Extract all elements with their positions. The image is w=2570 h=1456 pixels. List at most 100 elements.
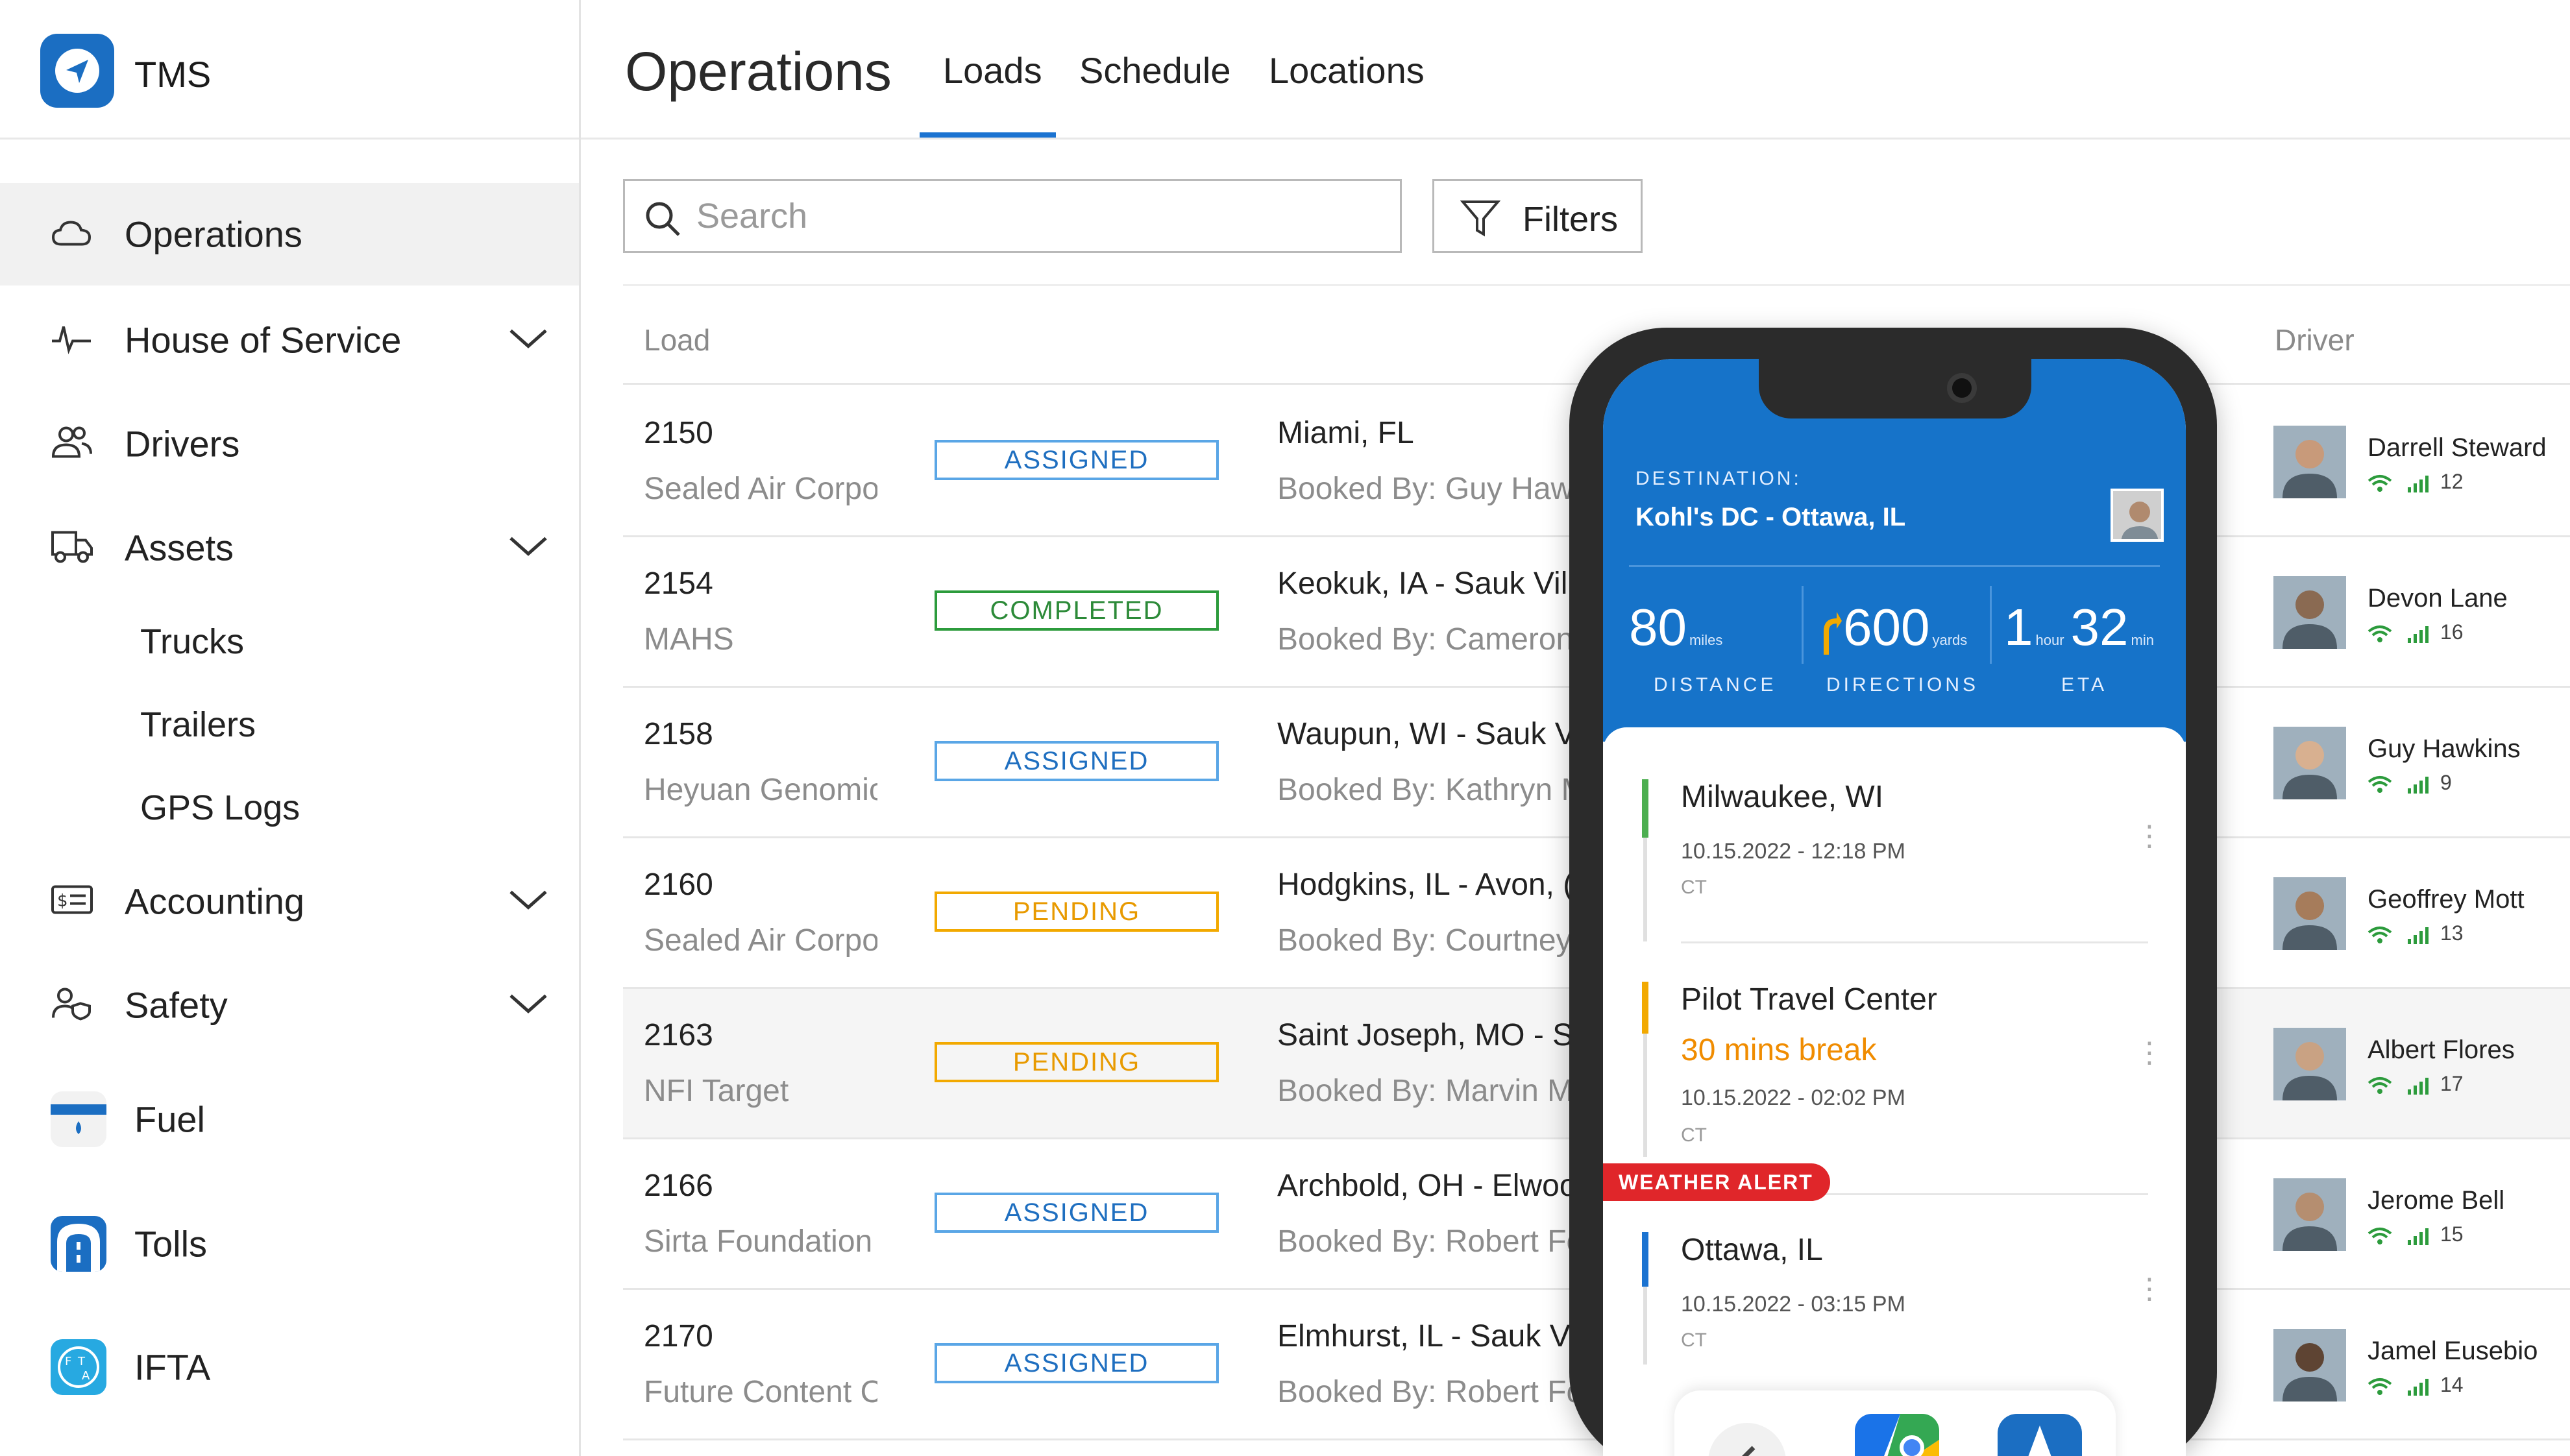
truck-icon bbox=[51, 529, 93, 567]
avatar[interactable] bbox=[2273, 1028, 2346, 1100]
load-route: Hodgkins, IL - Avon, ( bbox=[1277, 868, 1574, 902]
load-company: MAHS bbox=[644, 622, 734, 657]
sidebar-item-safety[interactable]: Safety bbox=[0, 954, 579, 1056]
driver-cell[interactable]: Albert Flores 17 bbox=[2273, 1028, 2565, 1106]
navigation-app-icon[interactable] bbox=[1998, 1414, 2082, 1456]
page-title: Operations bbox=[625, 41, 892, 102]
sidebar-item-assets[interactable]: Assets bbox=[0, 496, 579, 599]
chevron-down-icon[interactable] bbox=[508, 535, 548, 561]
tms-logo-icon[interactable] bbox=[40, 34, 114, 108]
booked-by: Booked By: Robert Fo bbox=[1277, 1224, 1576, 1259]
users-icon bbox=[51, 426, 92, 463]
back-button[interactable] bbox=[1708, 1423, 1786, 1456]
load-id[interactable]: 2160 bbox=[644, 867, 713, 903]
more-options-icon[interactable]: ⋮ bbox=[2135, 1039, 2164, 1067]
phone-notch bbox=[1759, 359, 2031, 419]
search-box[interactable] bbox=[623, 179, 1402, 253]
svg-text:$: $ bbox=[57, 892, 68, 911]
avatar[interactable] bbox=[2273, 576, 2346, 649]
more-options-icon[interactable]: ⋮ bbox=[2135, 1275, 2164, 1304]
sidebar-item-operations[interactable]: Operations bbox=[0, 183, 579, 285]
chevron-down-icon[interactable] bbox=[508, 992, 548, 1019]
status-badge: ASSIGNED bbox=[935, 741, 1219, 781]
signal-bars-icon bbox=[2408, 927, 2429, 944]
avatar[interactable] bbox=[2273, 1178, 2346, 1251]
chevron-left-icon bbox=[1742, 1446, 1756, 1456]
stop-item[interactable]: Ottawa, IL 10.15.2022 - 03:15 PM CT ⋮ bbox=[1642, 1232, 2164, 1365]
signal-count: 16 bbox=[2440, 620, 2464, 644]
sidebar-subitem-trucks[interactable]: Trucks bbox=[140, 622, 244, 662]
filters-button[interactable]: Filters bbox=[1432, 179, 1643, 253]
sidebar-item-label: Drivers bbox=[125, 423, 240, 465]
driver-cell[interactable]: Darrell Steward 12 bbox=[2273, 426, 2565, 504]
svg-text:T: T bbox=[77, 1355, 86, 1368]
load-id[interactable]: 2170 bbox=[644, 1318, 713, 1354]
load-company: Heyuan Genomics bbox=[644, 773, 877, 807]
load-route: Saint Joseph, MO - Sa bbox=[1277, 1018, 1576, 1052]
column-header-driver[interactable]: Driver bbox=[2275, 322, 2355, 358]
booked-by: Booked By: Cameron bbox=[1277, 622, 1574, 657]
driver-cell[interactable]: Jerome Bell 15 bbox=[2273, 1178, 2565, 1256]
timeline-line bbox=[1643, 1287, 1647, 1365]
tab-schedule[interactable]: Schedule bbox=[1079, 49, 1231, 91]
wifi-icon bbox=[2368, 1377, 2392, 1395]
user-shield-icon bbox=[51, 987, 92, 1024]
tab-locations[interactable]: Locations bbox=[1269, 49, 1425, 91]
ifta-icon: FTA bbox=[51, 1339, 106, 1395]
more-options-icon[interactable]: ⋮ bbox=[2135, 822, 2164, 851]
wifi-icon bbox=[2368, 1227, 2392, 1244]
sidebar-item-house-of-service[interactable]: House of Service bbox=[0, 289, 579, 391]
status-badge: PENDING bbox=[935, 892, 1219, 932]
chevron-down-icon[interactable] bbox=[508, 888, 548, 915]
load-id[interactable]: 2158 bbox=[644, 716, 713, 752]
destination-value: Kohl's DC - Ottawa, IL bbox=[1635, 503, 1906, 531]
stop-status-bar bbox=[1642, 779, 1648, 838]
tms-app: TMS Operations House of Service Drivers bbox=[0, 0, 2570, 1456]
column-header-load[interactable]: Load bbox=[644, 322, 710, 358]
load-id[interactable]: 2163 bbox=[644, 1017, 713, 1053]
avatar[interactable] bbox=[2111, 489, 2164, 542]
weather-alert-badge[interactable]: WEATHER ALERT bbox=[1603, 1163, 1830, 1201]
search-input[interactable] bbox=[696, 190, 1384, 242]
wifi-icon bbox=[2368, 775, 2392, 793]
stop-timezone: CT bbox=[1681, 877, 1707, 898]
sidebar-subitem-gps-logs[interactable]: GPS Logs bbox=[140, 788, 300, 828]
signal-count: 9 bbox=[2440, 771, 2452, 794]
load-id[interactable]: 2150 bbox=[644, 415, 713, 451]
stop-item[interactable]: Pilot Travel Center 30 mins break 10.15.… bbox=[1642, 982, 2164, 1157]
wifi-icon bbox=[2368, 1076, 2392, 1094]
driver-cell[interactable]: Guy Hawkins 9 bbox=[2273, 727, 2565, 805]
status-badge: ASSIGNED bbox=[935, 1193, 1219, 1233]
sidebar-item-accounting[interactable]: $ Accounting bbox=[0, 850, 579, 952]
sidebar-subitem-trailers[interactable]: Trailers bbox=[140, 705, 256, 745]
avatar[interactable] bbox=[2273, 426, 2346, 498]
avatar[interactable] bbox=[2273, 1329, 2346, 1401]
tolls-icon bbox=[51, 1216, 106, 1272]
avatar[interactable] bbox=[2273, 727, 2346, 799]
signal-bars-icon bbox=[2408, 625, 2429, 643]
driver-cell[interactable]: Devon Lane 16 bbox=[2273, 576, 2565, 654]
chevron-down-icon[interactable] bbox=[508, 327, 548, 354]
sidebar-item-drivers[interactable]: Drivers bbox=[0, 393, 579, 495]
stop-title: Pilot Travel Center bbox=[1681, 982, 1937, 1017]
driver-name: Darrell Steward bbox=[2368, 433, 2547, 462]
avatar[interactable] bbox=[2273, 877, 2346, 950]
sidebar-app-fuel[interactable]: Fuel bbox=[0, 1071, 579, 1168]
filter-icon bbox=[1460, 200, 1500, 237]
load-id[interactable]: 2166 bbox=[644, 1168, 713, 1204]
mobile-phone-mockup: DESTINATION: Kohl's DC - Ottawa, IL 80 mi… bbox=[1569, 328, 2217, 1456]
tab-loads[interactable]: Loads bbox=[943, 49, 1042, 91]
stop-timezone: CT bbox=[1681, 1329, 1707, 1351]
load-route: Archbold, OH - Elwoo bbox=[1277, 1169, 1576, 1203]
status-badge: COMPLETED bbox=[935, 590, 1219, 631]
maps-app-icon[interactable] bbox=[1855, 1414, 1939, 1456]
divider bbox=[1629, 565, 2160, 567]
load-id[interactable]: 2154 bbox=[644, 566, 713, 601]
phone-screen: DESTINATION: Kohl's DC - Ottawa, IL 80 mi… bbox=[1603, 359, 2186, 1456]
sidebar-item-label: Assets bbox=[125, 527, 234, 568]
driver-cell[interactable]: Jamel Eusebio 14 bbox=[2273, 1329, 2565, 1407]
driver-cell[interactable]: Geoffrey Mott 13 bbox=[2273, 877, 2565, 955]
sidebar-app-tolls[interactable]: Tolls bbox=[0, 1195, 579, 1292]
stop-item[interactable]: Milwaukee, WI 10.15.2022 - 12:18 PM CT ⋮ bbox=[1642, 779, 2164, 941]
sidebar-app-ifta[interactable]: FTA IFTA bbox=[0, 1318, 579, 1416]
